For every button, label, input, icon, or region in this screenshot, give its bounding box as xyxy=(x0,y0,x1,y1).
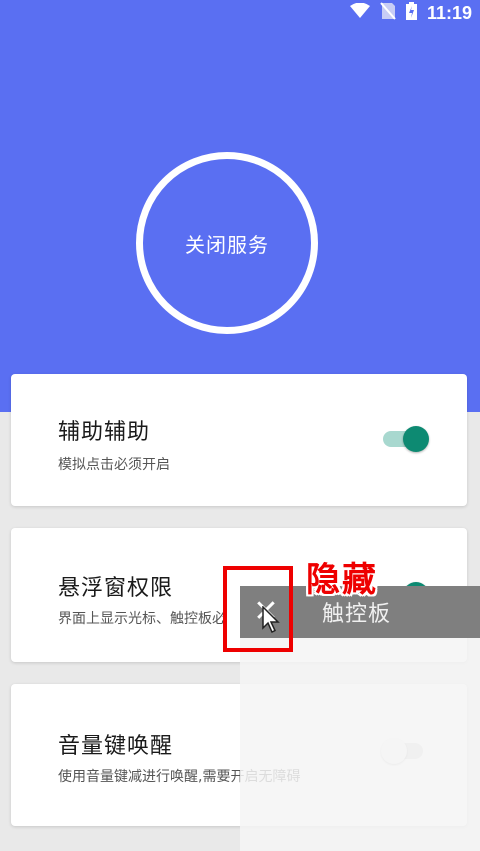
status-icons: 11:19 xyxy=(349,0,472,26)
setting-title: 音量键唤醒 xyxy=(58,734,174,759)
status-bar: 11:19 xyxy=(0,0,480,26)
mouse-cursor-icon xyxy=(262,605,282,638)
hide-annotation-label: 隐藏 xyxy=(306,560,378,600)
toggle-thumb xyxy=(403,426,429,452)
hero-header: 关闭服务 xyxy=(0,26,480,412)
status-time: 11:19 xyxy=(426,2,472,23)
setting-title: 辅助辅助 xyxy=(58,420,151,445)
setting-subtitle: 模拟点击必须开启 xyxy=(58,457,170,473)
setting-title: 悬浮窗权限 xyxy=(58,576,174,601)
no-sim-icon xyxy=(380,2,396,24)
toggle-service-button[interactable]: 关闭服务 xyxy=(136,152,318,334)
wifi-icon xyxy=(349,2,370,23)
battery-charging-icon xyxy=(405,2,417,24)
accessibility-toggle[interactable] xyxy=(381,424,431,454)
highlight-box xyxy=(223,566,293,652)
toggle-service-label: 关闭服务 xyxy=(185,232,269,257)
setting-card-accessibility[interactable]: 辅助辅助 模拟点击必须开启 xyxy=(11,374,467,506)
setting-subtitle: 界面上显示光标、触控板必 xyxy=(58,611,226,627)
